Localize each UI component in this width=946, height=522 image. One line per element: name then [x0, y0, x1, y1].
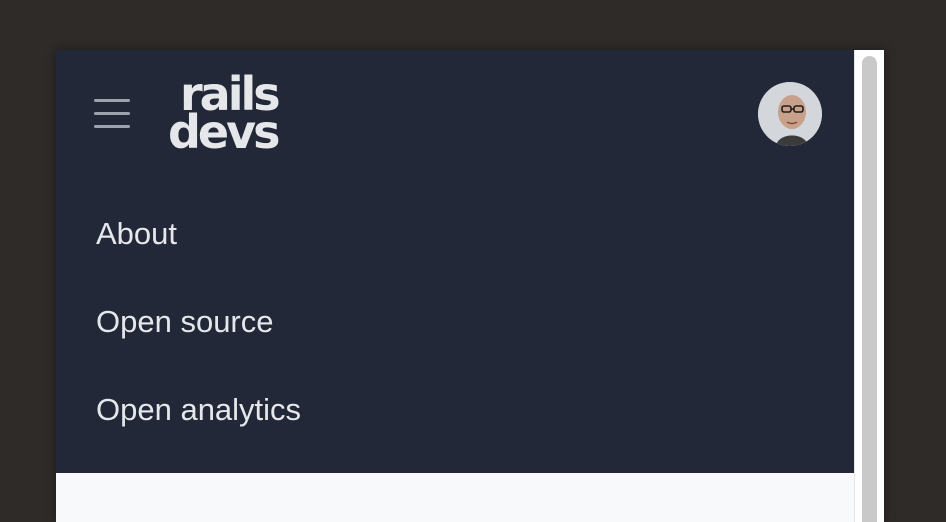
hamburger-menu-button[interactable] [86, 92, 138, 136]
nav-link-about[interactable]: About [96, 214, 177, 254]
hamburger-icon-bar [94, 99, 130, 102]
railsdevs-logo[interactable]: rails devs [164, 70, 294, 160]
browser-window: rails devs About Open source Open analyt… [56, 50, 884, 522]
user-avatar[interactable] [758, 82, 822, 146]
mobile-nav-menu: rails devs About Open source Open analyt… [56, 50, 854, 473]
hamburger-icon-bar [94, 125, 130, 128]
avatar-image [758, 82, 822, 146]
nav-link-open-source[interactable]: Open source [96, 302, 274, 342]
scrollbar-track[interactable] [854, 50, 884, 522]
hamburger-icon-bar [94, 112, 130, 115]
nav-link-open-analytics[interactable]: Open analytics [96, 390, 301, 430]
scrollbar-thumb[interactable] [862, 56, 877, 522]
logo-line-devs: devs [168, 105, 280, 159]
